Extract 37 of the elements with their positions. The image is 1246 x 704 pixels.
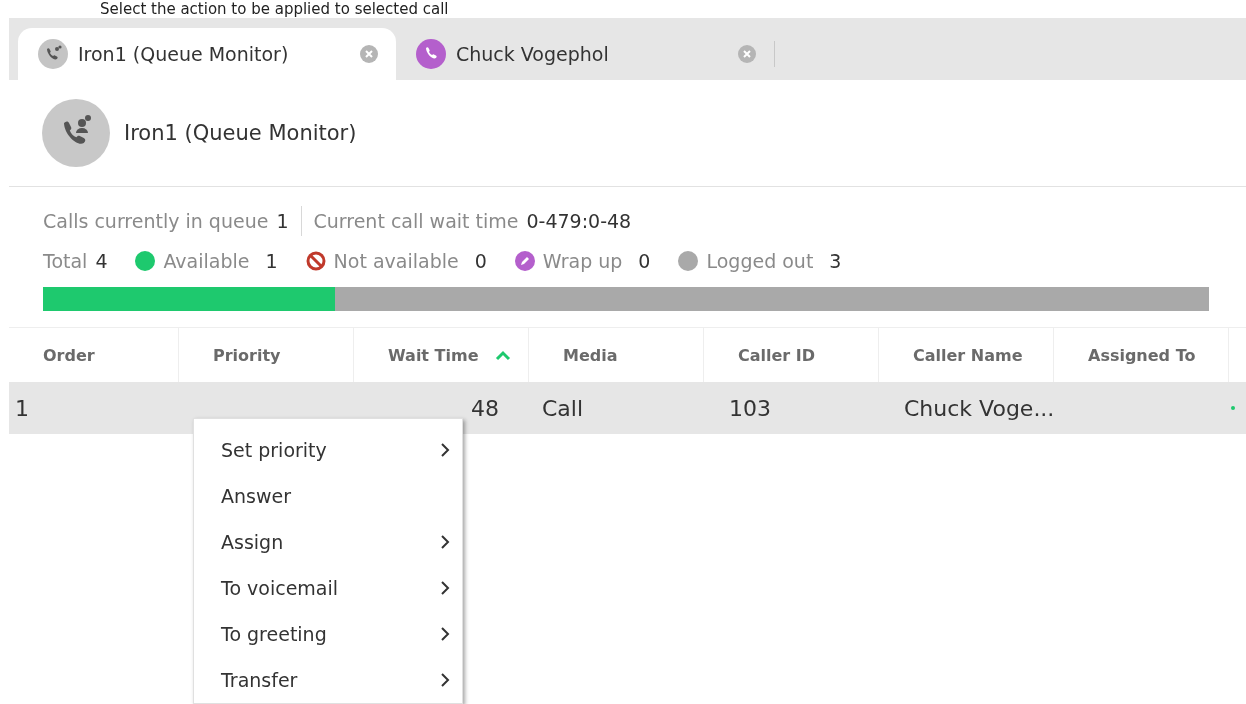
- stat-value: 1: [276, 210, 289, 232]
- table-cell-text: 48: [471, 395, 500, 421]
- menu-item[interactable]: Assign: [194, 519, 462, 565]
- close-icon[interactable]: [360, 45, 378, 63]
- stat-value: 0: [474, 250, 487, 272]
- stat-value: 0-479:0-48: [526, 210, 632, 232]
- status-dot-icon: [1231, 406, 1235, 410]
- table-cell-text: 1: [14, 395, 30, 421]
- stat-label: Wrap up: [542, 250, 623, 272]
- phone-icon: [416, 39, 446, 69]
- menu-item[interactable]: To greeting: [194, 611, 462, 657]
- stat-value: 4: [95, 250, 108, 272]
- tab[interactable]: Chuck Vogephol: [396, 28, 774, 80]
- menu-item[interactable]: To voicemail: [194, 565, 462, 611]
- close-icon[interactable]: [738, 45, 756, 63]
- stat-label: Not available: [333, 250, 459, 272]
- caption: Select the action to be applied to selected call: [99, 0, 450, 18]
- table-cell: Chuck Voge...: [904, 395, 1055, 421]
- stat-label: Total: [43, 250, 88, 272]
- stat-label: Available: [163, 250, 250, 272]
- menu-item[interactable]: Transfer: [194, 657, 462, 703]
- stat-value: 3: [829, 250, 842, 272]
- table-row[interactable]: 1 48 Call 103 Chuck Voge...: [9, 382, 1246, 434]
- table-cell-text: Call: [542, 395, 585, 421]
- stat-label: Current call wait time: [313, 210, 519, 232]
- queue-title: Iron1 (Queue Monitor): [124, 121, 357, 145]
- stat-label: Calls currently in queue: [43, 210, 269, 232]
- stat-value: 0: [638, 250, 651, 272]
- menu-item[interactable]: Set priority: [194, 427, 462, 473]
- sort-up-icon[interactable]: [494, 349, 511, 361]
- menu-item[interactable]: Answer: [194, 473, 462, 519]
- stat-label: Logged out: [706, 250, 814, 272]
- queue-icon: [38, 39, 68, 69]
- table-cell-text: 103: [729, 395, 772, 421]
- stat-value: 1: [265, 250, 278, 272]
- queue-avatar-icon: [42, 99, 110, 167]
- tab[interactable]: Iron1 (Queue Monitor): [18, 28, 396, 80]
